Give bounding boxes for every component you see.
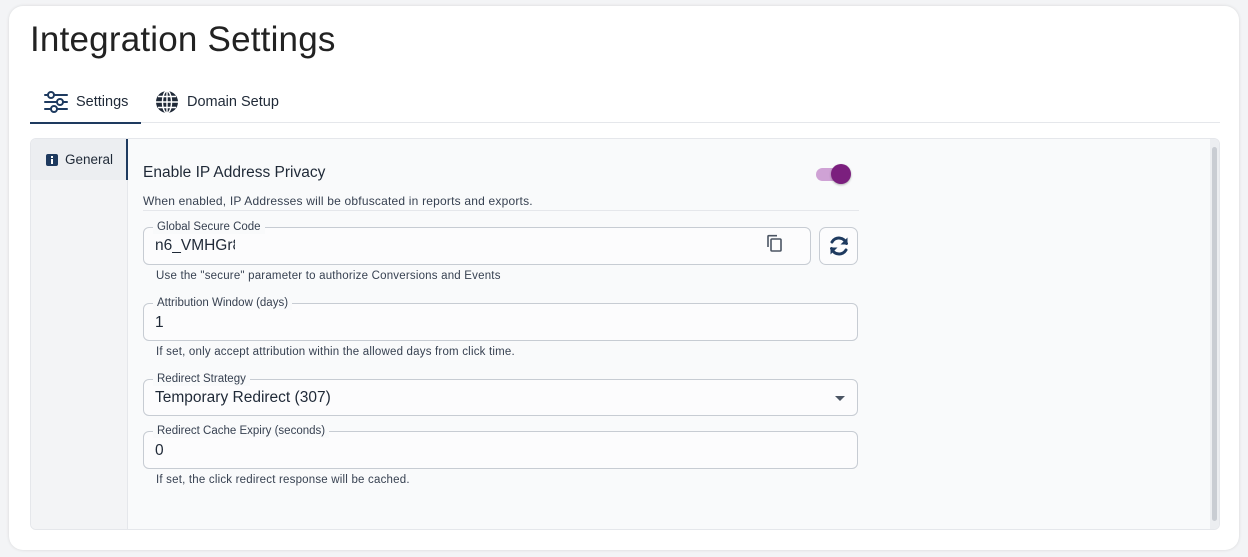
settings-card: Integration Settings Settings Domain Set… — [9, 6, 1239, 550]
secure-code-value: n6_VMHGr8 — [155, 237, 235, 254]
ip-privacy-label: Enable IP Address Privacy — [143, 164, 326, 181]
redirect-cache-legend: Redirect Cache Expiry (seconds) — [153, 424, 330, 438]
redirect-cache-help: If set, the click redirect response will… — [156, 474, 410, 486]
redirect-strategy-legend: Redirect Strategy — [153, 372, 250, 386]
attribution-window-value: 1 — [155, 314, 164, 331]
scrollbar-thumb[interactable] — [1212, 147, 1217, 521]
copy-button[interactable] — [766, 234, 784, 258]
ip-privacy-toggle[interactable] — [815, 163, 851, 185]
tab-settings-label: Settings — [76, 94, 129, 110]
tab-domain-setup[interactable]: Domain Setup — [155, 81, 279, 123]
toggle-knob — [831, 164, 851, 184]
sliders-icon — [44, 91, 68, 113]
settings-panel: General Enable IP Address Privacy When e… — [30, 138, 1220, 530]
side-nav: General — [31, 139, 128, 529]
chevron-down-icon — [835, 396, 845, 401]
active-tab-indicator — [30, 122, 141, 124]
redirect-strategy-select[interactable]: Redirect Strategy Temporary Redirect (30… — [143, 372, 858, 416]
redirect-strategy-value: Temporary Redirect (307) — [155, 389, 331, 406]
redirect-cache-expiry-input[interactable]: Redirect Cache Expiry (seconds) 0 — [143, 424, 858, 469]
refresh-icon — [829, 236, 848, 256]
attribution-window-legend: Attribution Window (days) — [153, 296, 293, 310]
panel-scrollbar[interactable] — [1210, 139, 1219, 529]
ip-privacy-help: When enabled, IP Addresses will be obfus… — [143, 194, 533, 208]
divider — [143, 210, 859, 211]
globe-icon — [156, 90, 178, 114]
attribution-window-help: If set, only accept attribution within t… — [156, 346, 515, 358]
copy-icon — [767, 234, 782, 252]
side-nav-item-label: General — [65, 152, 114, 167]
tab-domain-setup-label: Domain Setup — [187, 94, 279, 110]
attribution-window-input[interactable]: Attribution Window (days) 1 — [143, 296, 858, 341]
secure-code-field[interactable]: Global Secure Code n6_VMHGr8 — [143, 220, 811, 265]
page-title: Integration Settings — [30, 20, 336, 59]
regenerate-code-button[interactable] — [819, 227, 858, 265]
info-icon — [46, 153, 58, 166]
secure-code-help: Use the "secure" parameter to authorize … — [156, 270, 501, 282]
tab-settings[interactable]: Settings — [30, 81, 141, 124]
secure-code-legend: Global Secure Code — [153, 220, 265, 234]
tab-bar: Settings Domain Setup — [30, 81, 1220, 124]
side-nav-item-general[interactable]: General — [31, 139, 128, 180]
redirect-cache-value: 0 — [155, 442, 164, 459]
